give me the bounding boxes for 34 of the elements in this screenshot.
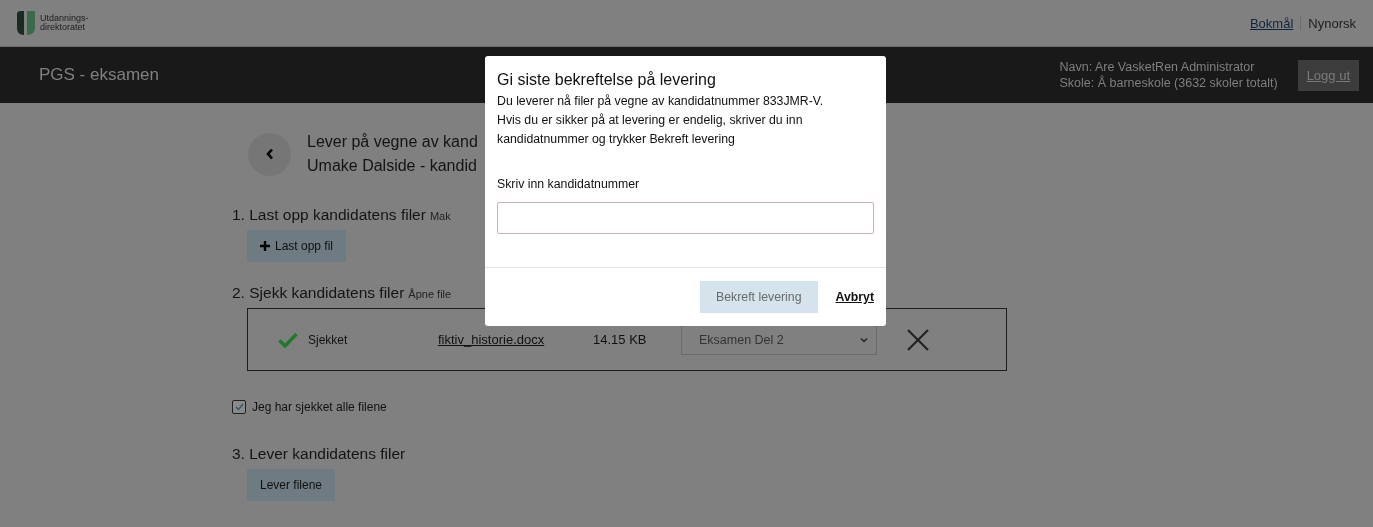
dialog-title: Gi siste bekreftelse på levering	[497, 70, 717, 90]
page-title: Lever på vegne av kand	[307, 132, 478, 152]
field-label: Skriv inn kandidatnummer	[497, 177, 641, 191]
cancel-link[interactable]: Avbryt	[835, 290, 874, 304]
chevron-left-icon	[265, 148, 274, 160]
logout-button[interactable]: Logg ut	[1297, 59, 1359, 91]
language-link[interactable]: Nynorsk	[1308, 15, 1356, 31]
plus-icon	[260, 241, 270, 251]
file-size: 14.15 KB	[593, 332, 648, 347]
page-title: Umake Dalside - kandid	[307, 156, 478, 176]
logo-text: direktoratet	[40, 23, 86, 32]
school-name: Skole: Å barneskole (3632 skoler totalt)	[1059, 75, 1278, 91]
dialog-message: kandidatnummer og trykker Bekreft levering	[497, 131, 736, 148]
file-link[interactable]: fiktiv_historie.docx	[438, 332, 593, 347]
user-name: Navn: Are VasketRen Administrator	[1059, 59, 1256, 75]
checkbox-label: Jeg har sjekket alle filene	[252, 400, 387, 414]
logo-icon	[16, 10, 36, 36]
step-heading: 1. Last opp kandidatens filer	[232, 206, 426, 224]
logo-text: Utdannings-	[40, 14, 89, 23]
close-icon[interactable]	[907, 328, 929, 351]
file-status: Sjekket	[308, 332, 349, 347]
step-heading: 2. Sjekk kandidatens filer	[232, 284, 405, 302]
step-hint: Mak	[429, 210, 451, 222]
checkbox[interactable]	[232, 400, 246, 414]
step-hint: Åpne file	[408, 288, 452, 300]
dialog-message: Du leverer nå filer på vegne av kandidatnummer 833JMR-V.	[497, 93, 825, 110]
caret-icon	[860, 336, 868, 343]
dialog-message: Hvis du er sikker på at levering er endelig, skriver du inn	[497, 112, 804, 129]
app-title: PGS - eksamen	[39, 65, 159, 85]
candidate-number-field[interactable]	[497, 202, 874, 234]
submit-files-button[interactable]: Lever filene	[247, 469, 336, 501]
upload-button[interactable]: Last opp fil	[247, 230, 347, 262]
step-heading: 3. Lever kandidatens filer	[232, 445, 406, 463]
language-link[interactable]: Bokmål	[1249, 15, 1294, 31]
